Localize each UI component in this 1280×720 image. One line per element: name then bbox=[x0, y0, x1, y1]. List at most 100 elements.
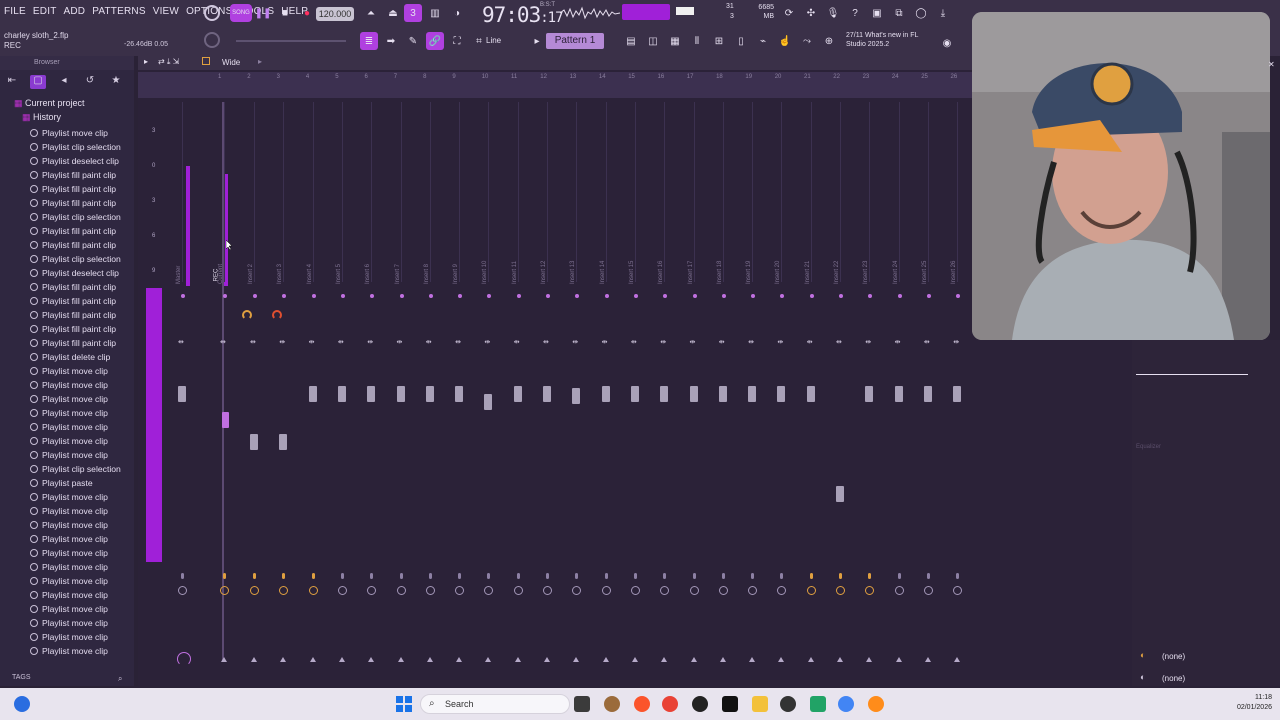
stereo-sep-icon[interactable]: ⇹ bbox=[690, 338, 696, 346]
history-item[interactable]: Playlist fill paint clip bbox=[30, 322, 134, 336]
route-pin[interactable] bbox=[926, 573, 930, 579]
route-arrow-icon[interactable] bbox=[368, 657, 375, 662]
folder-icon[interactable] bbox=[752, 696, 768, 712]
route-pin[interactable] bbox=[546, 573, 549, 579]
arrow-icon[interactable]: ▸ bbox=[258, 57, 262, 66]
history-item[interactable]: Playlist fill paint clip bbox=[30, 238, 134, 252]
route-pin[interactable] bbox=[516, 573, 520, 579]
strip-enable-led[interactable] bbox=[370, 294, 375, 298]
strip-enable-led[interactable] bbox=[868, 294, 873, 298]
history-item[interactable]: Playlist fill paint clip bbox=[30, 280, 134, 294]
volume-fader[interactable] bbox=[894, 386, 903, 402]
route-arrow-icon[interactable] bbox=[807, 657, 814, 662]
strip-enable-led[interactable] bbox=[956, 294, 961, 298]
volume-fader[interactable] bbox=[660, 386, 669, 402]
history-item[interactable]: Playlist move clip bbox=[30, 420, 134, 434]
route-arrow-icon[interactable] bbox=[309, 657, 316, 662]
stereo-sep-icon[interactable]: ⇹ bbox=[777, 338, 783, 346]
history-item[interactable]: Playlist move clip bbox=[30, 518, 134, 532]
strip-enable-led[interactable] bbox=[458, 294, 463, 298]
history-item[interactable]: Playlist clip selection bbox=[30, 140, 134, 154]
back-icon[interactable]: ◂ bbox=[56, 75, 72, 89]
view-icon[interactable] bbox=[202, 57, 210, 65]
news-panel[interactable]: 27/11 What's new in FL Studio 2025.2 bbox=[846, 31, 918, 49]
help-icon[interactable]: ? bbox=[846, 4, 864, 22]
stereo-sep-icon[interactable]: ⇹ bbox=[748, 338, 754, 346]
slot-1[interactable]: (none) bbox=[1162, 652, 1185, 661]
route-pin[interactable] bbox=[223, 573, 226, 579]
stereo-sep-icon[interactable]: ⇹ bbox=[807, 338, 813, 346]
strip-enable-led[interactable] bbox=[692, 294, 697, 298]
route-pin[interactable] bbox=[181, 573, 184, 579]
fl-studio-icon[interactable] bbox=[692, 696, 708, 712]
pattern-prev-icon[interactable]: ▸ bbox=[528, 32, 546, 50]
tiktok-icon[interactable] bbox=[722, 696, 738, 712]
route-pin[interactable] bbox=[663, 573, 667, 579]
metronome-dial-icon[interactable] bbox=[204, 5, 220, 21]
stereo-sep-icon[interactable]: ⇹ bbox=[426, 338, 432, 346]
menu-edit[interactable]: EDIT bbox=[33, 6, 57, 17]
master-pitch-slider[interactable] bbox=[236, 40, 346, 42]
stereo-sep-icon[interactable]: ⇹ bbox=[397, 338, 403, 346]
send-knob[interactable] bbox=[601, 586, 611, 595]
route-pin[interactable] bbox=[311, 573, 315, 579]
route-arrow-icon[interactable] bbox=[514, 657, 521, 662]
strip-enable-led[interactable] bbox=[311, 294, 316, 298]
search-icon[interactable]: ⌕ bbox=[118, 674, 122, 684]
send-knob[interactable] bbox=[543, 586, 552, 595]
history-item[interactable]: Playlist move clip bbox=[30, 406, 134, 420]
task-view-icon[interactable] bbox=[574, 696, 590, 712]
stereo-sep-icon[interactable]: ⇹ bbox=[220, 338, 226, 346]
send-knob[interactable] bbox=[748, 586, 758, 595]
volume-fader[interactable] bbox=[630, 386, 639, 402]
route-arrow-icon[interactable] bbox=[631, 657, 638, 662]
route-arrow-icon[interactable] bbox=[837, 657, 843, 662]
route-arrow-icon[interactable] bbox=[719, 657, 726, 662]
metronome-icon[interactable]: ⏶ bbox=[362, 4, 380, 22]
route-pin[interactable] bbox=[487, 573, 491, 579]
history-item[interactable]: Playlist fill paint clip bbox=[30, 168, 134, 182]
history-item[interactable]: Playlist clip selection bbox=[30, 210, 134, 224]
mixer-view-icon[interactable]: ▤ bbox=[622, 32, 640, 50]
stereo-sep-icon[interactable]: ⇹ bbox=[178, 338, 184, 346]
stereo-sep-icon[interactable]: ⇹ bbox=[836, 338, 842, 346]
volume-fader[interactable] bbox=[806, 386, 815, 402]
tempo-display[interactable]: 120.000 bbox=[316, 7, 354, 21]
menu-patterns[interactable]: PATTERNS bbox=[92, 6, 145, 17]
arrow-right-icon[interactable]: ➡ bbox=[382, 32, 400, 50]
history-item[interactable]: Playlist move clip bbox=[30, 126, 134, 140]
strip-enable-led[interactable] bbox=[340, 294, 345, 298]
route-arrow-icon[interactable] bbox=[924, 657, 931, 662]
step-edit-icon[interactable]: ▥ bbox=[426, 4, 444, 22]
volume-fader[interactable] bbox=[455, 386, 464, 402]
app-icon[interactable] bbox=[604, 696, 620, 712]
send-knob[interactable] bbox=[484, 586, 494, 595]
send-knob[interactable] bbox=[953, 586, 963, 595]
pan-knob-yellow[interactable] bbox=[242, 310, 252, 320]
refresh-icon[interactable]: ⟳ bbox=[780, 4, 798, 22]
stereo-sep-icon[interactable]: ⇹ bbox=[484, 338, 490, 346]
stereo-sep-icon[interactable]: ⇹ bbox=[279, 338, 285, 346]
route-arrow-icon[interactable] bbox=[397, 657, 404, 662]
menu-add[interactable]: ADD bbox=[64, 6, 86, 17]
strip-enable-led[interactable] bbox=[399, 294, 404, 298]
strip-enable-led[interactable] bbox=[604, 294, 609, 298]
link-icon[interactable]: 🔗 bbox=[426, 32, 444, 50]
loop-record-icon[interactable]: ◑ bbox=[448, 4, 466, 22]
route-arrow-icon[interactable] bbox=[251, 657, 257, 662]
strip-enable-led[interactable] bbox=[663, 294, 668, 298]
stereo-sep-icon[interactable]: ⇹ bbox=[455, 338, 461, 346]
volume-fader[interactable] bbox=[367, 386, 376, 402]
pencil-icon[interactable]: ✎ bbox=[404, 32, 422, 50]
excel-icon[interactable] bbox=[810, 696, 826, 712]
chat-icon[interactable]: ◯ bbox=[912, 4, 930, 22]
volume-fader[interactable] bbox=[178, 386, 186, 402]
strip-enable-led[interactable] bbox=[253, 294, 257, 298]
route-arrow-icon[interactable] bbox=[573, 657, 580, 662]
star-icon[interactable]: ★ bbox=[108, 75, 124, 89]
piano-roll-icon[interactable]: ▦ bbox=[666, 32, 684, 50]
route-arrow-icon[interactable] bbox=[661, 657, 668, 662]
route-pin[interactable] bbox=[399, 573, 403, 579]
volume-fader[interactable] bbox=[777, 386, 786, 402]
send-knob[interactable] bbox=[178, 586, 187, 595]
